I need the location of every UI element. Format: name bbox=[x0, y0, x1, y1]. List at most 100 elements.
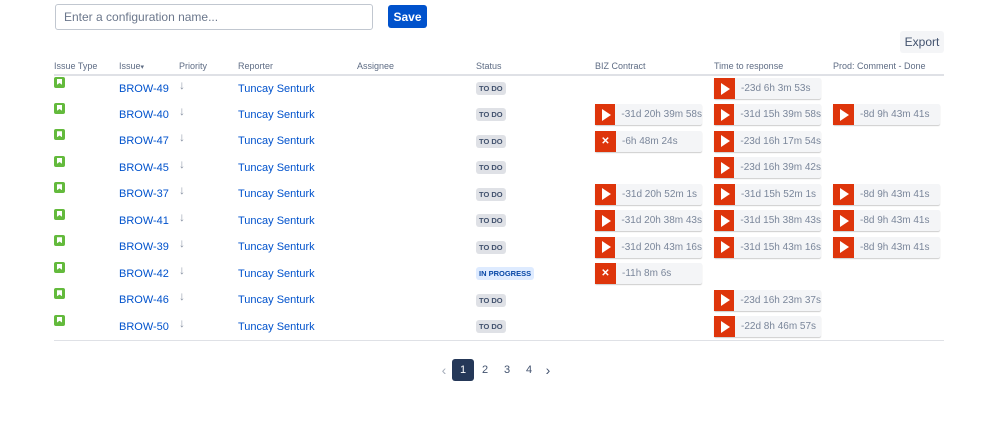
prod-cell bbox=[833, 128, 944, 155]
biz-sla-timer: -31d 20h 52m 1s bbox=[595, 183, 702, 205]
next-page-icon[interactable]: › bbox=[540, 362, 556, 378]
reporter-link[interactable]: Tuncay Senturk bbox=[238, 135, 315, 147]
page-3-button[interactable]: 3 bbox=[496, 359, 518, 381]
column-header[interactable]: Time to response bbox=[714, 58, 833, 76]
issue-key-cell: BROW-41 bbox=[119, 208, 179, 235]
ttr-cell: -23d 16h 39m 42s bbox=[714, 155, 833, 182]
sla-time: -31d 15h 43m 16s bbox=[740, 241, 821, 253]
reporter-link[interactable]: Tuncay Senturk bbox=[238, 83, 315, 95]
priority-low-icon: ↓ bbox=[179, 315, 185, 330]
issue-key-cell: BROW-47 bbox=[119, 128, 179, 155]
issue-link[interactable]: BROW-47 bbox=[119, 135, 169, 147]
play-icon bbox=[595, 183, 616, 205]
biz-cell: -31d 20h 52m 1s bbox=[595, 181, 714, 208]
sla-time: -11h 8m 6s bbox=[622, 268, 672, 280]
status-badge: TO DO bbox=[476, 240, 506, 254]
ttr-cell: -31d 15h 43m 16s bbox=[714, 234, 833, 261]
reporter-link[interactable]: Tuncay Senturk bbox=[238, 109, 315, 121]
reporter-cell: Tuncay Senturk bbox=[238, 102, 357, 129]
sla-time: -22d 8h 46m 57s bbox=[741, 321, 817, 332]
story-icon bbox=[54, 261, 65, 273]
prod-sla-timer: -8d 9h 43m 41s bbox=[833, 210, 940, 232]
reporter-link[interactable]: Tuncay Senturk bbox=[238, 162, 315, 174]
save-button[interactable]: Save bbox=[388, 5, 427, 28]
ttr-sla-timer: -31d 15h 52m 1s bbox=[714, 183, 821, 205]
priority-cell: ↓ bbox=[179, 155, 238, 182]
column-header[interactable]: Issue▾ bbox=[119, 58, 179, 76]
issue-link[interactable]: BROW-42 bbox=[119, 268, 169, 280]
issue-type-cell bbox=[54, 208, 119, 235]
issue-link[interactable]: BROW-45 bbox=[119, 162, 169, 174]
table-row: BROW-46 ↓ Tuncay Senturk TO DO -23d 16h 23m … bbox=[54, 287, 944, 314]
column-header[interactable]: BIZ Contract bbox=[595, 58, 714, 76]
reporter-link[interactable]: Tuncay Senturk bbox=[238, 294, 315, 306]
status-badge: TO DO bbox=[476, 82, 506, 96]
biz-cell bbox=[595, 155, 714, 182]
page-1-button[interactable]: 1 bbox=[452, 359, 474, 381]
play-shape bbox=[601, 214, 611, 227]
issue-link[interactable]: BROW-49 bbox=[119, 83, 169, 95]
issue-link[interactable]: BROW-39 bbox=[119, 241, 169, 253]
biz-sla-timer: ✕ -11h 8m 6s bbox=[595, 263, 702, 285]
column-header[interactable]: Status bbox=[476, 58, 595, 76]
previous-page-icon[interactable]: ‹ bbox=[436, 362, 452, 378]
story-icon bbox=[54, 314, 65, 326]
status-cell: TO DO bbox=[476, 181, 595, 208]
configuration-name-input[interactable] bbox=[55, 4, 373, 30]
column-header-label: Reporter bbox=[238, 61, 274, 71]
ttr-cell: -31d 15h 52m 1s bbox=[714, 181, 833, 208]
column-header[interactable]: Assignee bbox=[357, 58, 476, 76]
reporter-link[interactable]: Tuncay Senturk bbox=[238, 321, 315, 333]
reporter-link[interactable]: Tuncay Senturk bbox=[238, 188, 315, 200]
play-icon bbox=[714, 316, 735, 337]
ttr-cell: -23d 16h 23m 37s bbox=[714, 287, 833, 314]
issue-link[interactable]: BROW-37 bbox=[119, 188, 169, 200]
play-icon bbox=[833, 104, 854, 126]
column-header-label: Status bbox=[476, 61, 502, 71]
priority-cell: ↓ bbox=[179, 75, 238, 102]
biz-sla-timer: ✕ -6h 48m 24s bbox=[595, 130, 702, 152]
export-button[interactable]: Export bbox=[900, 31, 944, 53]
story-icon bbox=[54, 208, 65, 220]
issue-link[interactable]: BROW-50 bbox=[119, 321, 169, 333]
priority-low-icon: ↓ bbox=[179, 77, 185, 92]
ttr-sla-timer: -23d 6h 3m 53s bbox=[714, 78, 821, 100]
page-4-button[interactable]: 4 bbox=[518, 359, 540, 381]
column-header[interactable]: Prod: Comment - Done bbox=[833, 58, 944, 76]
play-icon bbox=[714, 130, 735, 152]
sla-time: -31d 15h 38m 43s bbox=[740, 215, 821, 227]
reporter-link[interactable]: Tuncay Senturk bbox=[238, 241, 315, 253]
biz-sla-timer: -31d 20h 39m 58s bbox=[595, 104, 702, 126]
column-header[interactable]: Priority bbox=[179, 58, 238, 76]
issue-type-cell bbox=[54, 234, 119, 261]
issue-link[interactable]: BROW-41 bbox=[119, 215, 169, 227]
column-header-label: Time to response bbox=[714, 61, 784, 71]
ttr-cell: -23d 6h 3m 53s bbox=[714, 75, 833, 102]
issue-link[interactable]: BROW-40 bbox=[119, 109, 169, 121]
reporter-link[interactable]: Tuncay Senturk bbox=[238, 215, 315, 227]
sla-time: -31d 20h 38m 43s bbox=[621, 215, 702, 227]
priority-cell: ↓ bbox=[179, 208, 238, 235]
table-row: BROW-45 ↓ Tuncay Senturk TO DO -23d 16h 39m … bbox=[54, 155, 944, 182]
close-icon: ✕ bbox=[595, 263, 616, 285]
page-2-button[interactable]: 2 bbox=[474, 359, 496, 381]
ttr-cell: -23d 16h 17m 54s bbox=[714, 128, 833, 155]
play-icon bbox=[714, 289, 735, 311]
reporter-cell: Tuncay Senturk bbox=[238, 287, 357, 314]
issue-link[interactable]: BROW-46 bbox=[119, 294, 169, 306]
status-badge: TO DO bbox=[476, 320, 506, 333]
play-icon bbox=[714, 183, 735, 205]
issue-type-cell bbox=[54, 155, 119, 182]
play-shape bbox=[840, 188, 849, 201]
pagination: ‹ 1234 › bbox=[436, 359, 556, 381]
biz-cell bbox=[595, 313, 714, 341]
column-header[interactable]: Issue Type bbox=[54, 58, 119, 76]
play-shape bbox=[720, 214, 730, 227]
column-header[interactable]: Reporter bbox=[238, 58, 357, 76]
table-row: BROW-50 ↓ Tuncay Senturk TO DO -22d 8h 46m 5… bbox=[54, 313, 944, 341]
reporter-link[interactable]: Tuncay Senturk bbox=[238, 268, 315, 280]
reporter-cell: Tuncay Senturk bbox=[238, 313, 357, 341]
play-icon bbox=[595, 104, 616, 126]
priority-cell: ↓ bbox=[179, 313, 238, 341]
play-shape bbox=[840, 241, 849, 254]
